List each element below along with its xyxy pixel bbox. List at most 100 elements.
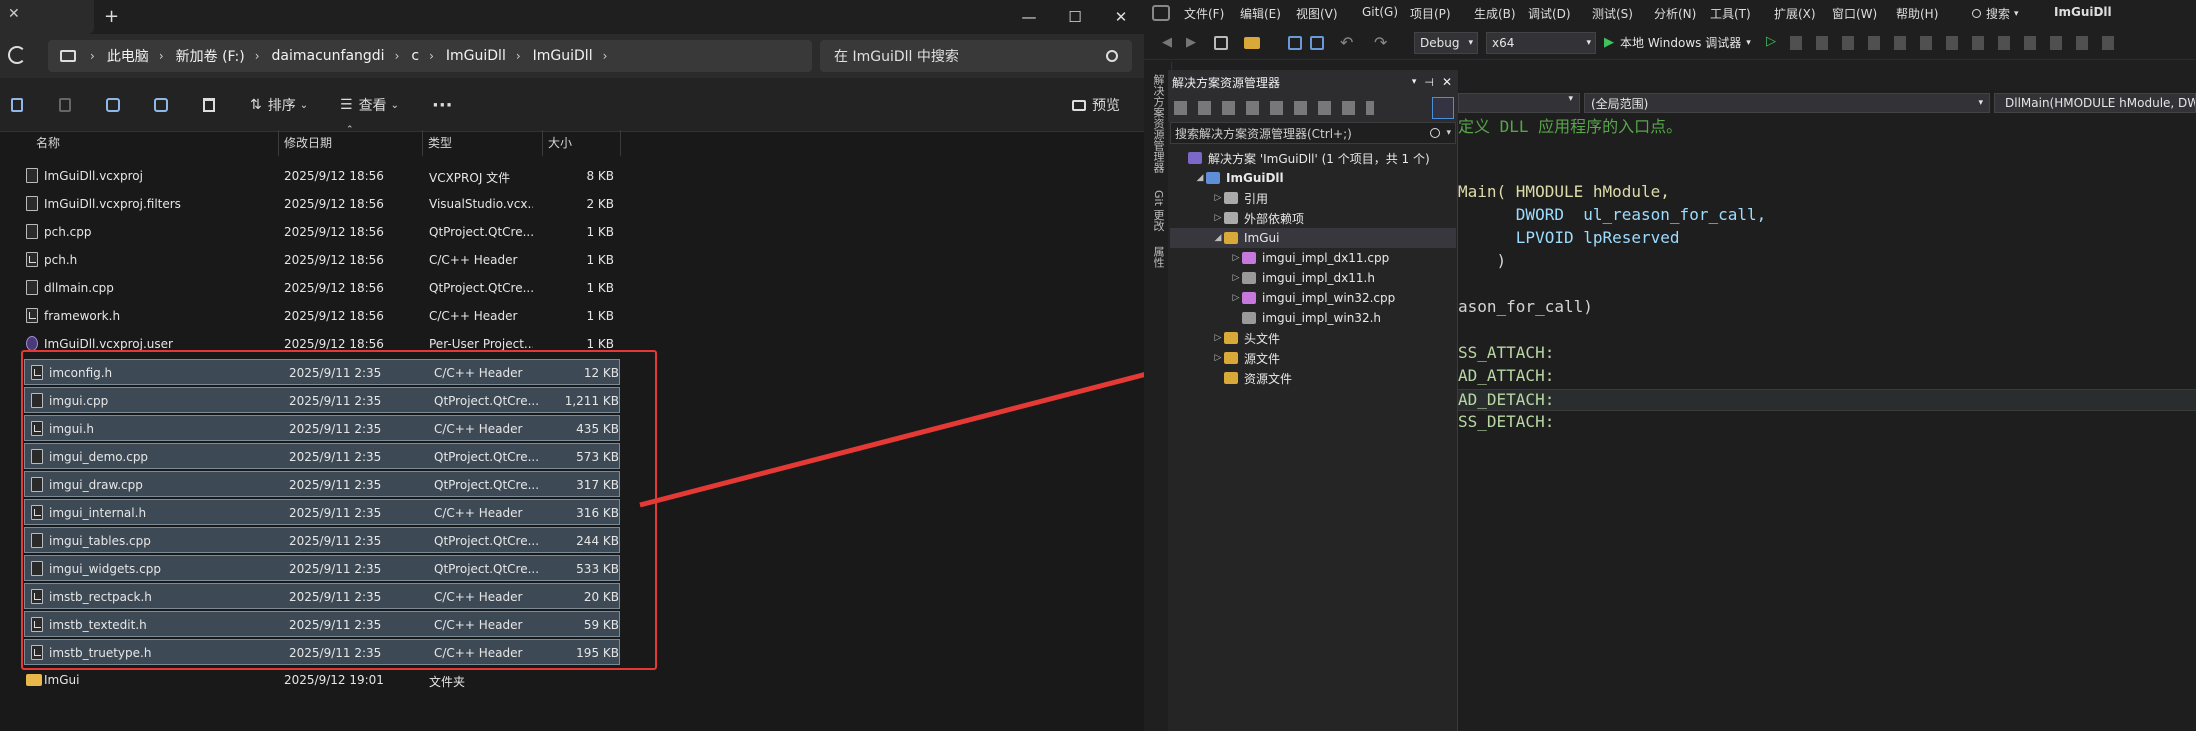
dropdown-icon[interactable]: ▾	[1412, 77, 1417, 87]
menu-item[interactable]: 窗口(W)	[1832, 5, 1877, 22]
column-divider[interactable]	[620, 130, 621, 156]
more-button[interactable]: ···	[432, 90, 453, 120]
redo-icon[interactable]: ↷	[1374, 33, 1387, 52]
undo-icon[interactable]: ↶	[1340, 33, 1353, 52]
solution-explorer-search[interactable]: 搜索解决方案资源管理器(Ctrl+;) ▾	[1170, 122, 1456, 144]
tree-node[interactable]: ▷ imgui_impl_dx11.h	[1170, 268, 1456, 288]
file-row[interactable]: ImGuiDll.vcxproj.filters 2025/9/12 18:56 V…	[20, 191, 620, 217]
breadcrumb-folder-3[interactable]: ImGuiDll	[446, 48, 506, 64]
platform-select[interactable]: x64 ▾	[1486, 32, 1596, 54]
menu-item[interactable]: Git(G)	[1362, 5, 1398, 19]
close-icon[interactable]: ✕	[1442, 75, 1452, 89]
configuration-select[interactable]: Debug ▾	[1414, 32, 1478, 54]
column-divider[interactable]	[422, 130, 423, 156]
collapse-arrow-icon[interactable]: ◢	[1212, 233, 1224, 243]
tree-node[interactable]: ◢ ImGui	[1170, 228, 1456, 248]
paste-icon[interactable]	[56, 90, 74, 120]
nav-function-combo[interactable]: DllMain(HMODULE hModule, DWORD	[1994, 93, 2196, 113]
file-date: 2025/9/12 18:56	[284, 169, 384, 183]
breadcrumb-folder-1[interactable]: daimacunfangdi	[272, 48, 385, 64]
file-row[interactable]: pch.cpp 2025/9/12 18:56 QtProject.QtCre...…	[20, 219, 620, 245]
column-header-date[interactable]: 修改日期	[284, 134, 332, 151]
minimize-button[interactable]: —	[1006, 0, 1052, 34]
tree-node[interactable]: ▷ 外部依赖项	[1170, 208, 1456, 228]
pin-icon[interactable]: ⊣	[1424, 76, 1434, 89]
search-icon[interactable]	[1106, 50, 1118, 62]
menu-item[interactable]: 文件(F)	[1184, 5, 1224, 22]
expand-arrow-icon[interactable]: ▷	[1212, 353, 1224, 363]
start-debugging-button[interactable]: ▶ 本地 Windows 调试器 ▾	[1604, 34, 1751, 51]
side-tab-properties[interactable]: 属性	[1150, 246, 1166, 268]
menu-item[interactable]: 视图(V)	[1296, 5, 1338, 22]
new-tab-button[interactable]: +	[104, 6, 119, 27]
maximize-button[interactable]: ☐	[1052, 0, 1098, 34]
expand-arrow-icon[interactable]: ▷	[1212, 333, 1224, 343]
tree-node[interactable]: ▷ 头文件	[1170, 328, 1456, 348]
rename-icon[interactable]	[104, 90, 122, 120]
menu-item[interactable]: 项目(P)	[1410, 5, 1451, 22]
close-window-button[interactable]: ✕	[1098, 0, 1144, 34]
new-item-icon[interactable]	[1214, 36, 1228, 50]
file-row[interactable]: dllmain.cpp 2025/9/12 18:56 QtProject.QtCr…	[20, 275, 620, 301]
collapse-arrow-icon[interactable]: ◢	[1194, 173, 1206, 183]
column-header-type[interactable]: 类型	[428, 134, 452, 151]
back-icon[interactable]: ◀	[1162, 35, 1172, 50]
menu-item[interactable]: 工具(T)	[1710, 5, 1751, 22]
file-row[interactable]: framework.h 2025/9/12 18:56 C/C++ Header 1 …	[20, 303, 620, 329]
start-without-debugging-icon[interactable]: ▷	[1766, 34, 1776, 49]
column-header-name[interactable]: 名称	[36, 134, 60, 151]
breadcrumb-folder-2[interactable]: c	[411, 48, 419, 64]
file-row[interactable]: pch.h 2025/9/12 18:56 C/C++ Header 1 KB	[20, 247, 620, 273]
tree-node[interactable]: ▷ 引用	[1170, 188, 1456, 208]
open-folder-icon[interactable]	[1244, 37, 1260, 49]
tree-node[interactable]: ◢ ImGuiDll	[1170, 168, 1456, 188]
breadcrumb-this-pc[interactable]: 此电脑	[107, 46, 149, 66]
se-toolbar-icons[interactable]	[1174, 101, 1374, 115]
refresh-icon[interactable]	[8, 46, 26, 64]
nav-scope-combo[interactable]: (全局范围) ▾	[1584, 93, 1990, 113]
tree-node[interactable]: 解决方案 'ImGuiDll' (1 个项目，共 1 个)	[1170, 148, 1456, 168]
expand-arrow-icon[interactable]: ▷	[1230, 273, 1242, 283]
column-divider[interactable]	[542, 130, 543, 156]
forward-icon[interactable]: ▶	[1186, 35, 1196, 50]
save-all-icon[interactable]	[1310, 36, 1324, 50]
sort-button[interactable]: ⇅ 排序 ⌄	[250, 90, 308, 120]
menu-item[interactable]: 扩展(X)	[1774, 5, 1816, 22]
menu-item[interactable]: 分析(N)	[1654, 5, 1696, 22]
expand-arrow-icon[interactable]: ▷	[1212, 193, 1224, 203]
vs-search-button[interactable]: 搜索 ▾	[1972, 5, 2019, 22]
view-button[interactable]: ☰ 查看 ⌄	[340, 90, 399, 120]
side-tab-git-changes[interactable]: Git 更改	[1150, 190, 1166, 231]
file-row[interactable]: ImGuiDll.vcxproj 2025/9/12 18:56 VCXPROJ 文…	[20, 163, 620, 189]
share-icon[interactable]	[152, 90, 170, 120]
menu-item[interactable]: 帮助(H)	[1896, 5, 1938, 22]
menu-item[interactable]: 生成(B)	[1474, 5, 1516, 22]
breadcrumb-folder-4[interactable]: ImGuiDll	[533, 48, 593, 64]
expand-arrow-icon[interactable]: ▷	[1230, 253, 1242, 263]
copy-icon[interactable]	[8, 90, 26, 120]
breadcrumb-drive[interactable]: 新加卷 (F:)	[176, 46, 245, 66]
properties-icon[interactable]	[1432, 97, 1454, 119]
column-header-size[interactable]: 大小	[548, 134, 572, 151]
tree-node[interactable]: ▷ 源文件	[1170, 348, 1456, 368]
tree-node[interactable]: imgui_impl_win32.h	[1170, 308, 1456, 328]
tree-node[interactable]: 资源文件	[1170, 368, 1456, 388]
explorer-tab[interactable]: ✕	[0, 0, 94, 34]
menu-item[interactable]: 测试(S)	[1592, 5, 1633, 22]
tree-node[interactable]: ▷ imgui_impl_dx11.cpp	[1170, 248, 1456, 268]
save-icon[interactable]	[1288, 36, 1302, 50]
expand-arrow-icon[interactable]: ▷	[1230, 293, 1242, 303]
tree-node[interactable]: ▷ imgui_impl_win32.cpp	[1170, 288, 1456, 308]
folder-row[interactable]: ImGui 2025/9/12 19:01 文件夹	[20, 667, 620, 693]
close-tab-icon[interactable]: ✕	[8, 6, 20, 22]
preview-button[interactable]: 预览	[1072, 90, 1120, 120]
expand-arrow-icon[interactable]: ▷	[1212, 213, 1224, 223]
menu-item[interactable]: 调试(D)	[1528, 5, 1571, 22]
column-divider[interactable]	[278, 130, 279, 156]
search-input[interactable]: 在 ImGuiDll 中搜索	[820, 40, 1132, 72]
menu-item[interactable]: 编辑(E)	[1240, 5, 1281, 22]
breadcrumb[interactable]: › 此电脑 › 新加卷 (F:) › daimacunfangdi › c › ImGu…	[48, 40, 812, 72]
nav-project-combo[interactable]: ▾	[1458, 93, 1580, 113]
side-tab-solution-explorer[interactable]: 解决方案资源管理器	[1150, 74, 1166, 173]
delete-icon[interactable]	[200, 90, 218, 120]
